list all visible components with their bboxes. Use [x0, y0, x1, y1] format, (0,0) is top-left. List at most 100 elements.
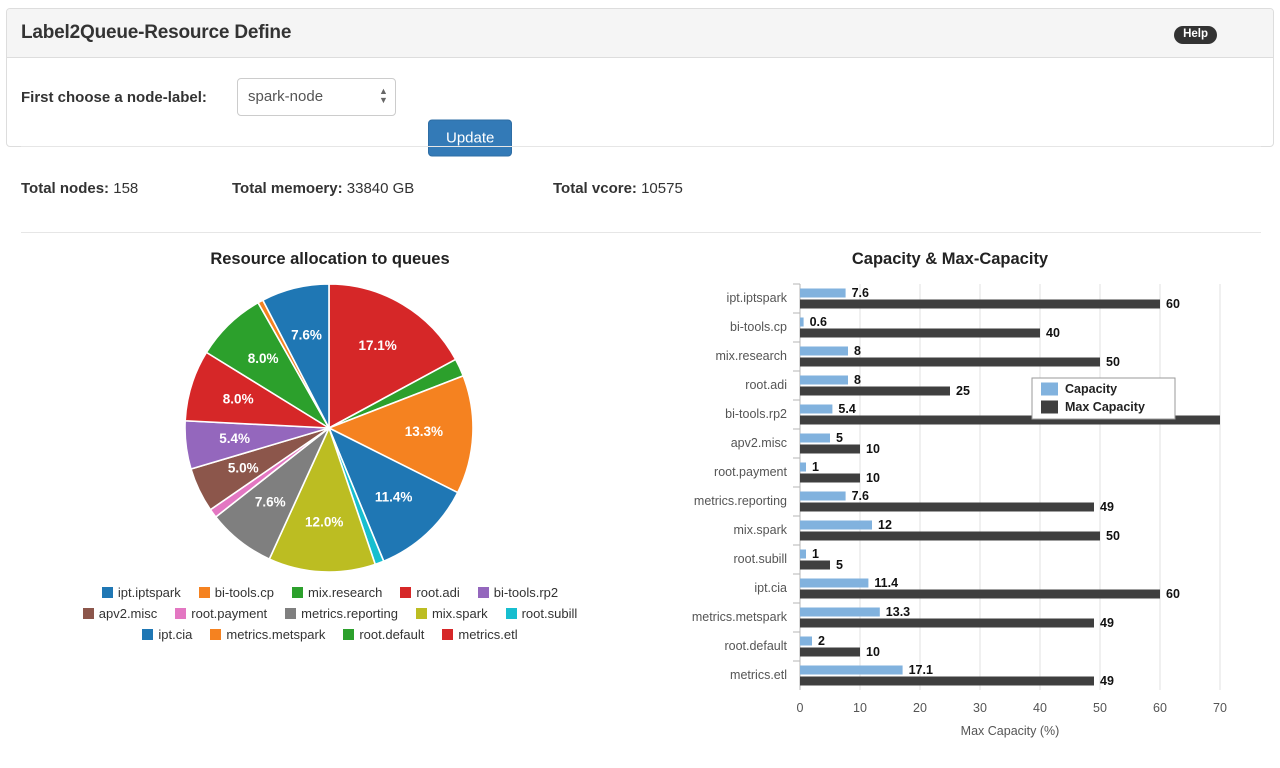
pie-slice-label: 11.4%: [375, 489, 413, 504]
capacity-bar: [800, 665, 903, 675]
pie-slice-label: 5.0%: [228, 461, 259, 476]
node-label-select[interactable]: spark-node: [237, 78, 396, 116]
legend-item[interactable]: root.subill: [505, 606, 578, 621]
legend-item[interactable]: ipt.iptspark: [101, 585, 181, 600]
legend-item-label: metrics.reporting: [301, 606, 398, 621]
total-vcore-label: Total vcore:: [553, 180, 637, 197]
max-capacity-bar: [800, 560, 830, 570]
total-vcore: Total vcore: 10575: [553, 180, 683, 197]
divider-bottom: [21, 232, 1261, 233]
max-capacity-bar: [800, 531, 1100, 541]
legend-row: ipt.iptspark bi-tools.cp mix.research root.…: [20, 582, 640, 603]
legend-item[interactable]: root.payment: [175, 606, 267, 621]
bar-category-label: mix.spark: [734, 523, 788, 537]
capacity-bar: [800, 549, 806, 559]
max-capacity-bar: [800, 647, 860, 657]
total-vcore-value: 10575: [641, 180, 683, 197]
bar-category-label: ipt.iptspark: [727, 291, 788, 305]
x-axis-tick-label: 10: [853, 701, 867, 715]
x-axis-tick-label: 50: [1093, 701, 1107, 715]
capacity-bar: [800, 317, 804, 327]
legend-item-label: root.adi: [416, 585, 460, 600]
legend-item-label: bi-tools.cp: [214, 585, 274, 600]
legend-item-label: ipt.cia: [158, 627, 193, 642]
update-button[interactable]: Update: [428, 119, 513, 157]
help-button[interactable]: Help: [1174, 26, 1217, 44]
pie-slice-label: 8.0%: [248, 351, 279, 366]
legend-item-label: apv2.misc: [98, 606, 158, 621]
capacity-value-label: 1: [812, 547, 819, 561]
legend-item[interactable]: mix.spark: [415, 606, 488, 621]
capacity-bar: [800, 375, 848, 385]
legend-item-label: bi-tools.rp2: [493, 585, 559, 600]
bar-category-label: apv2.misc: [731, 436, 787, 450]
max-capacity-bar: [800, 589, 1160, 599]
x-axis-tick-label: 40: [1033, 701, 1047, 715]
max-capacity-value-label: 40: [1046, 326, 1060, 340]
legend-swatch-icon: [505, 608, 517, 619]
total-memory-label: Total memoery:: [232, 180, 343, 197]
max-capacity-value-label: 25: [956, 384, 970, 398]
bar-category-label: bi-tools.rp2: [725, 407, 787, 421]
max-capacity-bar: [800, 502, 1094, 512]
legend-item[interactable]: metrics.etl: [442, 627, 518, 642]
max-capacity-value-label: 60: [1166, 297, 1180, 311]
bar-chart-svg: ipt.iptspark 7.6 60 bi-tools.cp 0.6 40 mix.res…: [692, 283, 1227, 738]
capacity-bar: [800, 520, 872, 530]
node-label-text: First choose a node-label:: [21, 89, 207, 106]
x-axis-tick-label: 60: [1153, 701, 1167, 715]
max-capacity-value-label: 50: [1106, 529, 1120, 543]
legend-swatch-icon: [142, 629, 154, 640]
max-capacity-bar: [800, 473, 860, 483]
legend-item-label: metrics.metspark: [226, 627, 326, 642]
bar-category-label: root.default: [724, 639, 787, 653]
bar-legend-label: Capacity: [1065, 382, 1117, 396]
legend-swatch-icon: [442, 629, 454, 640]
legend-item[interactable]: root.adi: [400, 585, 460, 600]
capacity-value-label: 7.6: [852, 286, 869, 300]
max-capacity-bar: [800, 618, 1094, 628]
capacity-value-label: 8: [854, 373, 861, 387]
legend-swatch-icon: [285, 608, 297, 619]
bar-category-label: metrics.etl: [730, 668, 787, 682]
x-axis-tick-label: 30: [973, 701, 987, 715]
pie-slice-label: 17.1%: [358, 338, 396, 353]
legend-item[interactable]: root.default: [343, 627, 424, 642]
pie-chart: 17.1% 13.3% 11.4% 12.0% 7.6% 5.0% 5.4% 8.0% 8.0%…: [177, 282, 482, 574]
legend-swatch-icon: [400, 587, 412, 598]
pie-chart-svg: 17.1% 13.3% 11.4% 12.0% 7.6% 5.0% 5.4% 8.0% 8.0%…: [184, 283, 474, 573]
capacity-value-label: 11.4: [874, 576, 898, 590]
legend-swatch-icon: [210, 629, 222, 640]
legend-item[interactable]: apv2.misc: [82, 606, 158, 621]
bar-legend-swatch-icon: [1041, 400, 1058, 414]
legend-swatch-icon: [175, 608, 187, 619]
x-axis-label: Max Capacity (%): [961, 724, 1060, 738]
capacity-bar: [800, 636, 812, 646]
capacity-bar: [800, 433, 830, 443]
legend-item[interactable]: metrics.metspark: [210, 627, 325, 642]
legend-item-label: root.default: [359, 627, 425, 642]
max-capacity-bar: [800, 444, 860, 454]
legend-item[interactable]: mix.research: [292, 585, 382, 600]
page-title: Label2Queue-Resource Define: [21, 22, 292, 43]
legend-item-label: root.subill: [521, 606, 578, 621]
totals-row: Total nodes: 158 Total memoery: 33840 GB…: [7, 180, 1273, 204]
legend-swatch-icon: [198, 587, 210, 598]
legend-item-label: root.payment: [191, 606, 268, 621]
legend-row: ipt.cia metrics.metspark root.default metri…: [20, 624, 640, 645]
bar-chart: ipt.iptspark 7.6 60 bi-tools.cp 0.6 40 mix.res…: [660, 278, 1260, 748]
legend-swatch-icon: [82, 608, 94, 619]
legend-item[interactable]: ipt.cia: [142, 627, 192, 642]
capacity-value-label: 5: [836, 431, 843, 445]
legend-item[interactable]: bi-tools.rp2: [477, 585, 559, 600]
max-capacity-value-label: 10: [866, 471, 880, 485]
legend-item[interactable]: metrics.reporting: [285, 606, 398, 621]
capacity-bar: [800, 346, 848, 356]
pie-slice-label: 12.0%: [305, 514, 343, 529]
bar-legend-label: Max Capacity: [1065, 400, 1145, 414]
legend-item[interactable]: bi-tools.cp: [198, 585, 274, 600]
bar-chart-title: Capacity & Max-Capacity: [851, 250, 1049, 268]
panel-header: Label2Queue-Resource Define Help: [7, 9, 1273, 58]
total-memory-value: 33840 GB: [346, 180, 415, 197]
page-root: Label2Queue-Resource Define Help First c…: [0, 0, 1280, 768]
